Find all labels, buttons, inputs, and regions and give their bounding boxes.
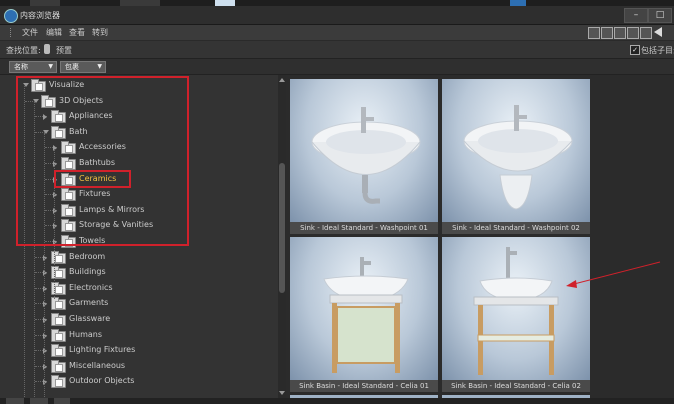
lock-icon[interactable]: [614, 27, 626, 39]
app-icon: [4, 9, 18, 23]
folder-icon: [51, 297, 66, 311]
menu-bar: 文件 编辑 查看 转到: [0, 25, 674, 41]
tree-item[interactable]: Glassware: [0, 312, 278, 326]
location-label: 查找位置:: [6, 46, 41, 55]
folder-icon: [51, 344, 66, 358]
asset-caption: Sink Basin - Ideal Standard - Celia 01: [290, 380, 438, 392]
asset-caption: Sink - Ideal Standard - Washpoint 02: [442, 222, 590, 234]
tree-item[interactable]: Bedroom: [0, 250, 278, 264]
tree-item[interactable]: Garments: [0, 296, 278, 311]
asset-tile[interactable]: Sink Basin - Ideal Standard - Celia 01: [290, 237, 438, 392]
asset-grid: Sink - Ideal Standard - Washpoint 01 Sin…: [286, 75, 674, 398]
location-value[interactable]: 预置: [56, 45, 72, 56]
asset-tile[interactable]: Sink - Ideal Standard - Washpoint 01: [290, 79, 438, 234]
back-arrow-icon[interactable]: [654, 27, 662, 37]
asset-thumbnail: [290, 237, 438, 380]
asset-thumbnail: [442, 237, 590, 380]
chevron-down-icon: ▼: [48, 63, 53, 70]
asset-tile[interactable]: Sink Basin - Ideal Standard - Celia 02: [442, 237, 590, 392]
annotation-box-ceramics: [54, 170, 131, 188]
chevron-down-icon: ▼: [97, 63, 102, 70]
tree-item-label: Bedroom: [69, 251, 106, 261]
name-dropdown[interactable]: 名称 ▼: [9, 61, 57, 73]
scroll-down-icon[interactable]: [279, 391, 285, 395]
asset-tile[interactable]: Sink - Ideal Standard - Washpoint 02: [442, 79, 590, 234]
toolbar-grip[interactable]: [10, 28, 15, 37]
tree-item[interactable]: Humans: [0, 328, 278, 342]
tree-item-label: Garments: [69, 298, 109, 308]
pin-icon[interactable]: [44, 44, 50, 54]
asset-thumbnail: [290, 79, 438, 222]
scroll-thumb[interactable]: [279, 163, 285, 293]
tree-item-label: Outdoor Objects: [69, 376, 135, 386]
menu-view[interactable]: 查看: [69, 27, 85, 38]
maximize-button[interactable]: □: [648, 8, 672, 23]
name-dropdown-value: 名称: [14, 63, 28, 71]
type-dropdown[interactable]: 包裹 ▼: [60, 61, 106, 73]
tree-item-label: Glassware: [69, 314, 111, 323]
edit-icon[interactable]: [588, 27, 600, 39]
tree-item-label: Electronics: [69, 282, 113, 292]
asset-caption: Sink Basin - Ideal Standard - Celia 02: [442, 380, 590, 392]
tree-scrollbar[interactable]: [278, 75, 286, 398]
folder-icon: [51, 328, 66, 342]
menu-goto[interactable]: 转到: [92, 27, 108, 38]
asset-thumbnail: [442, 79, 590, 222]
window-title: 内容浏览器: [20, 11, 60, 20]
folder-icon: [51, 359, 66, 373]
tree-item-label: Humans: [69, 329, 103, 339]
menu-edit[interactable]: 编辑: [46, 27, 62, 38]
annotation-box-visualize: [16, 76, 189, 246]
tree-item[interactable]: Electronics: [0, 281, 278, 295]
tree-item[interactable]: Buildings: [0, 265, 278, 280]
tree-item-label: Lighting Fixtures: [69, 345, 136, 355]
type-dropdown-value: 包裹: [65, 63, 79, 71]
include-subdirs-checkbox[interactable]: ✓: [630, 45, 640, 55]
folder-icon: [51, 375, 66, 389]
tree-item[interactable]: Miscellaneous: [0, 359, 278, 373]
menu-file[interactable]: 文件: [22, 27, 38, 38]
tree-item-label: Buildings: [69, 267, 106, 277]
star-icon[interactable]: [640, 27, 652, 39]
tree-item-label: Miscellaneous: [69, 360, 126, 370]
minimize-button[interactable]: –: [624, 8, 648, 23]
scroll-up-icon[interactable]: [279, 78, 285, 82]
filter-bar: 名称 ▼ 包裹 ▼: [0, 59, 674, 75]
folder-icon: [51, 313, 66, 326]
tree-item[interactable]: Lighting Fixtures: [0, 343, 278, 358]
include-subdirs-label: 包括子目录: [641, 46, 674, 55]
tree-item[interactable]: Outdoor Objects: [0, 374, 278, 389]
book-icon[interactable]: [627, 27, 639, 39]
status-bar: [0, 398, 674, 404]
title-bar: 内容浏览器 – □: [0, 6, 674, 25]
asset-caption: Sink - Ideal Standard - Washpoint 01: [290, 222, 438, 234]
location-bar: 查找位置: 预置 ✓ 包括子目录: [0, 41, 674, 59]
home-icon[interactable]: [601, 27, 613, 39]
